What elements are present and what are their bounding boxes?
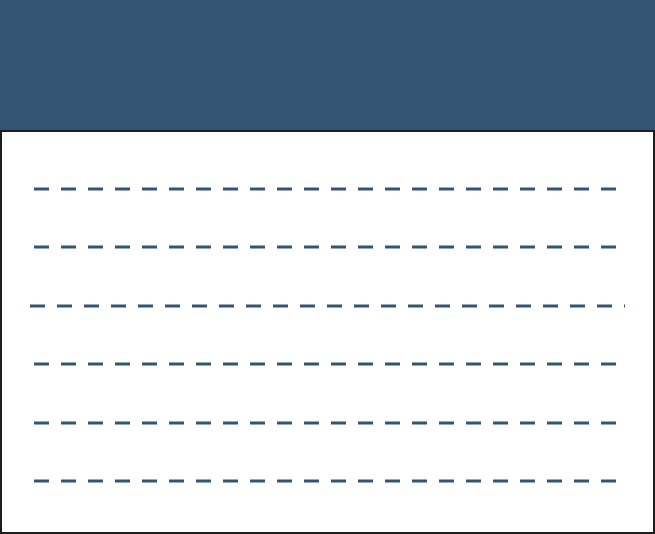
placeholder-lines <box>30 187 625 483</box>
document-placeholder-icon <box>0 0 655 534</box>
